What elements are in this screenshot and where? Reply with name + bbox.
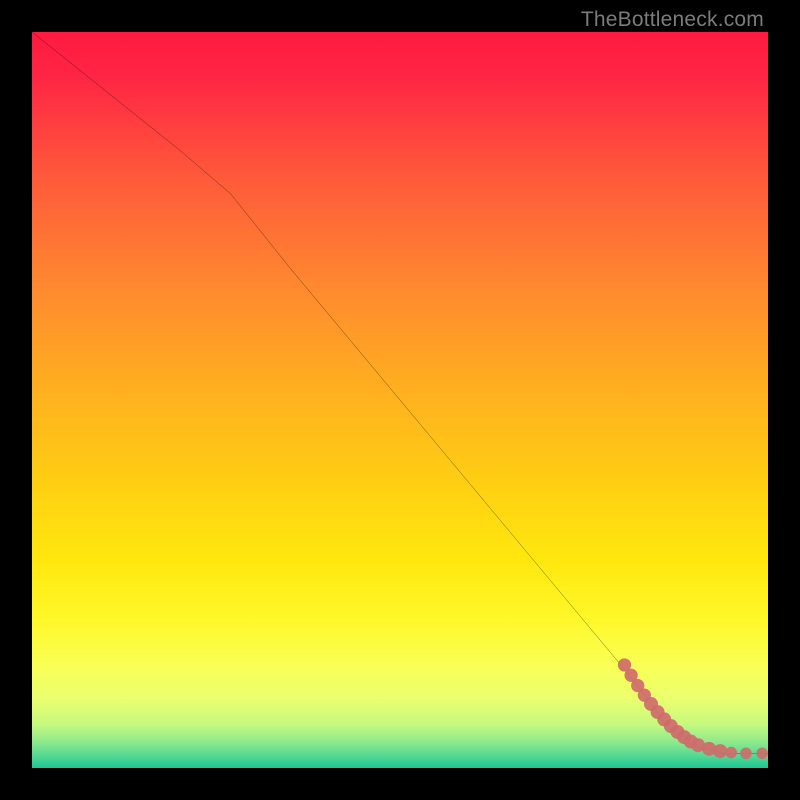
- tail-marker: [740, 748, 751, 759]
- chart-frame: { "watermark": "TheBottleneck.com", "cha…: [0, 0, 800, 800]
- plot-area: [32, 32, 768, 768]
- curve-line: [32, 32, 768, 753]
- tail-marker: [756, 748, 767, 759]
- tail-markers-group: [618, 658, 768, 759]
- tail-marker: [713, 744, 727, 758]
- data-layer: [32, 32, 768, 768]
- tail-marker: [725, 747, 736, 758]
- watermark-text: TheBottleneck.com: [581, 8, 764, 32]
